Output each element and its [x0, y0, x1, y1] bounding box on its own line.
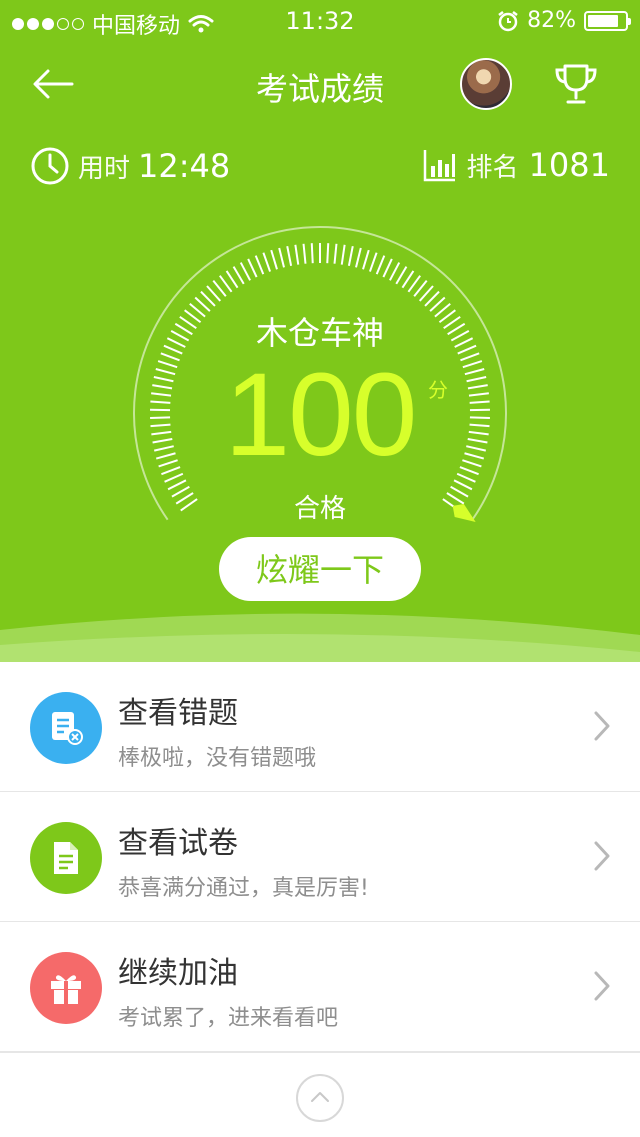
- gauge-tick: [312, 243, 313, 263]
- list-item-subtitle: 恭喜满分通过，真是厉害!: [118, 870, 369, 902]
- list-item-subtitle: 棒极啦，没有错题哦: [118, 740, 316, 772]
- gauge-tick: [271, 250, 277, 269]
- chevron-right-icon: [592, 710, 612, 742]
- gauge-tick: [263, 253, 270, 272]
- gauge-tick: [304, 244, 306, 264]
- gauge-tick: [349, 246, 353, 266]
- time-label: 用时: [78, 148, 130, 185]
- list-item-subtitle: 考试累了，进来看看吧: [118, 1000, 338, 1032]
- list-item-wrong-questions[interactable]: 查看错题 棒极啦，没有错题哦: [0, 662, 640, 792]
- gauge-tick: [287, 246, 291, 266]
- rank-value: 1081: [529, 146, 610, 184]
- scroll-up-button[interactable]: [296, 1074, 344, 1122]
- list-item-title: 继续加油: [118, 948, 238, 992]
- result-title: 木仓车神: [120, 308, 520, 354]
- gauge-tick: [402, 271, 413, 288]
- time-value: 12:48: [138, 147, 230, 185]
- list-item-title: 查看试卷: [118, 818, 238, 862]
- rank-label: 排名: [467, 147, 519, 184]
- gauge-tick: [295, 245, 298, 265]
- navigation-bar: 考试成绩: [0, 50, 640, 120]
- gauge-tick: [248, 259, 256, 277]
- pass-status: 合格: [120, 488, 520, 525]
- document-icon: [48, 840, 84, 876]
- battery-icon: [584, 11, 628, 31]
- gauge-tick: [241, 263, 250, 281]
- gauge-tick: [279, 248, 284, 267]
- icon-circle: [30, 822, 102, 894]
- gauge-tick: [396, 267, 406, 284]
- clock-icon: [30, 146, 70, 186]
- gauge-tick: [377, 256, 385, 275]
- list-item-title: 查看错题: [118, 688, 238, 732]
- icon-circle: [30, 952, 102, 1024]
- gauge-tick: [342, 245, 345, 265]
- chevron-right-icon: [592, 840, 612, 872]
- gauge-tick: [356, 248, 361, 267]
- battery-percentage: 82%: [527, 8, 576, 33]
- gauge-tick: [227, 271, 238, 288]
- score-unit: 分: [428, 374, 448, 403]
- stats-row: 用时 12:48 排名 1081: [0, 140, 640, 194]
- gauge-tick: [390, 263, 399, 281]
- bottom-bar: [0, 1052, 640, 1137]
- score-value: 100: [120, 356, 520, 474]
- gauge-tick: [327, 243, 328, 263]
- alarm-icon: [497, 10, 519, 32]
- chevron-right-icon: [592, 970, 612, 1002]
- gauge-tick: [165, 474, 183, 482]
- list-item-view-paper[interactable]: 查看试卷 恭喜满分通过，真是厉害!: [0, 792, 640, 922]
- page-title: 考试成绩: [0, 64, 640, 110]
- gauge-tick: [457, 474, 475, 482]
- ranking: 排名 1081: [423, 146, 610, 184]
- gauge-tick: [256, 256, 264, 275]
- hero-panel: 中国移动 11:32 82% 考试成绩: [0, 0, 640, 662]
- share-button[interactable]: 炫耀一下: [219, 537, 421, 601]
- gauge-tick: [370, 253, 377, 272]
- bar-chart-icon: [423, 148, 457, 182]
- gift-icon: [48, 970, 84, 1006]
- gauge-tick: [335, 244, 337, 264]
- gauge-tick: [234, 267, 244, 284]
- chevron-up-icon: [310, 1090, 330, 1104]
- status-bar: 中国移动 11:32 82%: [0, 0, 640, 40]
- wrong-questions-icon: [48, 710, 84, 746]
- avatar[interactable]: [460, 58, 512, 110]
- icon-circle: [30, 692, 102, 764]
- list-item-keep-going[interactable]: 继续加油 考试累了，进来看看吧: [0, 922, 640, 1052]
- action-list: 查看错题 棒极啦，没有错题哦 查看试卷 恭喜满分通过，真是厉害!: [0, 662, 640, 1052]
- trophy-icon[interactable]: [552, 60, 600, 108]
- time-used: 用时 12:48: [30, 146, 230, 186]
- gauge-tick: [363, 250, 369, 269]
- gauge-tick: [383, 259, 391, 277]
